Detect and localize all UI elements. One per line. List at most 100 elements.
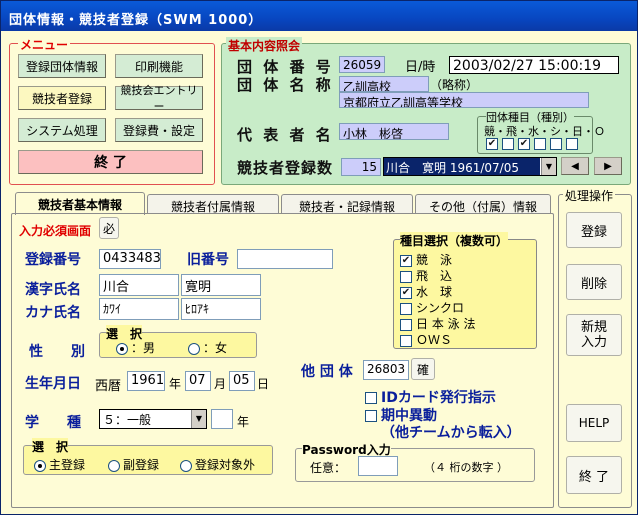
tab-basic-info[interactable]: 競技者基本情報 [15, 192, 145, 215]
kana-first-field[interactable]: ﾋﾛｱｷ [181, 298, 261, 320]
birth-year-field[interactable]: 1961 [127, 371, 165, 391]
right-arrow-icon: ▶ [604, 160, 612, 172]
birth-day-field[interactable]: 05 [229, 371, 255, 391]
kanji-last-field[interactable]: 川合 [99, 274, 179, 296]
grade-value: ５：一般 [103, 413, 152, 427]
new-entry-label-2: 入力 [580, 335, 607, 350]
datetime-label: 日/時 [405, 60, 436, 75]
other-group-confirm-button[interactable]: 確 [411, 358, 435, 380]
new-entry-button[interactable]: 新規 入力 [566, 314, 622, 356]
kind-check-diving [502, 138, 514, 150]
reg-no-field[interactable]: 0433483 [99, 249, 161, 269]
operations-label: 処理操作 [563, 187, 616, 204]
event-checkbox[interactable] [400, 318, 412, 331]
tab-attached-info[interactable]: 競技者付属情報 [147, 194, 279, 214]
kind-check-waterpolo: ✔ [518, 138, 530, 150]
reg-main-label: 主登録 [49, 458, 86, 472]
chevron-down-icon[interactable]: ▼ [191, 410, 206, 428]
gender-select-group: 選 択 ：男 ：女 [99, 325, 257, 358]
male-label: ：男 [131, 341, 156, 355]
kind-check-synchro [534, 138, 546, 150]
group-short-field: 乙訓高校 [339, 76, 429, 92]
kind-check-competitive: ✔ [486, 138, 498, 150]
password-hint: （４ 桁の数字 ） [424, 461, 508, 474]
female-label: ：女 [203, 341, 228, 355]
gender-male-option[interactable]: ：男 [116, 339, 155, 356]
event-checkbox[interactable] [400, 334, 412, 347]
grade-year-field[interactable] [211, 409, 233, 429]
help-button[interactable]: HELP [566, 404, 622, 442]
register-button[interactable]: 登録 [566, 212, 622, 248]
chevron-down-icon[interactable]: ▼ [541, 158, 556, 175]
female-radio[interactable] [188, 342, 200, 355]
era-label: 西暦 [95, 379, 122, 394]
athlete-select[interactable]: 川合 寛明 1961/07/05 ▼ [383, 157, 557, 176]
day-unit: 日 [257, 377, 270, 391]
transfer-checkbox[interactable] [365, 410, 377, 422]
event-option-0[interactable]: ✔ 競 泳 [400, 252, 475, 268]
reg-excluded-radio[interactable] [180, 459, 192, 472]
kanji-first-field[interactable]: 寛明 [181, 274, 261, 296]
male-radio[interactable] [116, 342, 128, 355]
reg-excluded-option[interactable]: 登録対象外 [180, 456, 255, 473]
event-checkbox[interactable] [400, 302, 412, 315]
event-list: ✔ 競 泳飛 込 ✔ 水 球シンクロ日 本 泳 法 ＯＷＳ [400, 252, 475, 348]
fee-settings-button[interactable]: 登録費・設定 [115, 118, 203, 142]
exit-button[interactable]: 終 了 [566, 456, 622, 494]
group-no-field: 26059 [339, 56, 385, 73]
prev-athlete-button[interactable]: ◀ [561, 157, 589, 175]
grade-select[interactable]: ５：一般 ▼ [99, 409, 207, 429]
other-group-label: 他 団 体 [301, 364, 353, 380]
representative-label: 代 表 者 名 [237, 126, 334, 144]
idcard-checkbox[interactable] [365, 392, 377, 404]
event-option-2[interactable]: ✔ 水 球 [400, 284, 475, 300]
group-kind-checkboxes: ✔ ✔ [486, 138, 582, 150]
reg-no-label: 登録番号 [25, 252, 81, 268]
registration-type-group: 選 択 主登録 副登録 登録対象外 [23, 438, 273, 475]
transfer-sub-label: （他チームから転入） [381, 425, 521, 441]
new-entry-label-1: 新規 [580, 320, 607, 335]
required-button[interactable]: 必 [99, 217, 119, 239]
event-checkbox[interactable]: ✔ [400, 286, 412, 299]
tab-record-info[interactable]: 競技者・記録情報 [281, 194, 413, 214]
event-select-group: 種目選択（複数可） ✔ 競 泳飛 込 ✔ 水 球シンクロ日 本 泳 法 ＯＷＳ [393, 232, 537, 349]
required-label: 入力必須画面 [19, 224, 92, 238]
idcard-option[interactable]: IDカード発行指示 [365, 387, 496, 407]
athlete-count-label: 競技者登録数 [237, 159, 334, 177]
window-title: 団体情報・競技者登録（SWM 1000） [1, 1, 637, 31]
birth-label: 生年月日 [25, 376, 81, 392]
reg-main-option[interactable]: 主登録 [34, 456, 85, 473]
gender-female-option[interactable]: ：女 [188, 339, 227, 356]
next-athlete-button[interactable]: ▶ [594, 157, 622, 175]
kana-last-field[interactable]: ｶﾜｲ [99, 298, 179, 320]
event-option-4[interactable]: 日 本 泳 法 [400, 316, 475, 332]
athlete-count-field: 15 [341, 158, 381, 176]
meet-entry-button[interactable]: 競技会エントリー [115, 84, 203, 113]
event-checkbox[interactable] [400, 270, 412, 283]
datetime-field: 2003/02/27 15:00:19 [449, 56, 619, 74]
password-field[interactable] [358, 456, 398, 476]
menu-exit-button[interactable]: 終 了 [18, 150, 203, 174]
reg-sub-option[interactable]: 副登録 [108, 456, 159, 473]
event-option-1[interactable]: 飛 込 [400, 268, 475, 284]
group-name-label: 団 体 名 称 [237, 76, 334, 94]
gender-label: 性 別 [29, 344, 85, 360]
main-window: 団体情報・競技者登録（SWM 1000） メニュー 登録団体情報 印刷機能 競技… [0, 0, 638, 515]
old-no-label: 旧番号 [187, 252, 229, 268]
reg-main-radio[interactable] [34, 459, 46, 472]
event-option-3[interactable]: シンクロ [400, 300, 475, 316]
system-button[interactable]: システム処理 [18, 118, 106, 142]
print-button[interactable]: 印刷機能 [115, 54, 203, 78]
event-label: 競 泳 [416, 253, 453, 267]
other-group-field[interactable]: 26803 [363, 360, 409, 380]
birth-month-field[interactable]: 07 [185, 371, 211, 391]
register-group-button[interactable]: 登録団体情報 [18, 54, 106, 78]
event-option-5[interactable]: ＯＷＳ [400, 332, 475, 348]
reg-sub-radio[interactable] [108, 459, 120, 472]
delete-button[interactable]: 削除 [566, 264, 622, 300]
athlete-register-button[interactable]: 競技者登録 [18, 86, 106, 110]
tab-other-info[interactable]: その他（付属）情報 [415, 194, 551, 214]
old-no-field[interactable] [237, 249, 333, 269]
event-checkbox[interactable]: ✔ [400, 254, 412, 267]
athlete-select-value: 川合 寛明 1961/07/05 [384, 158, 540, 175]
